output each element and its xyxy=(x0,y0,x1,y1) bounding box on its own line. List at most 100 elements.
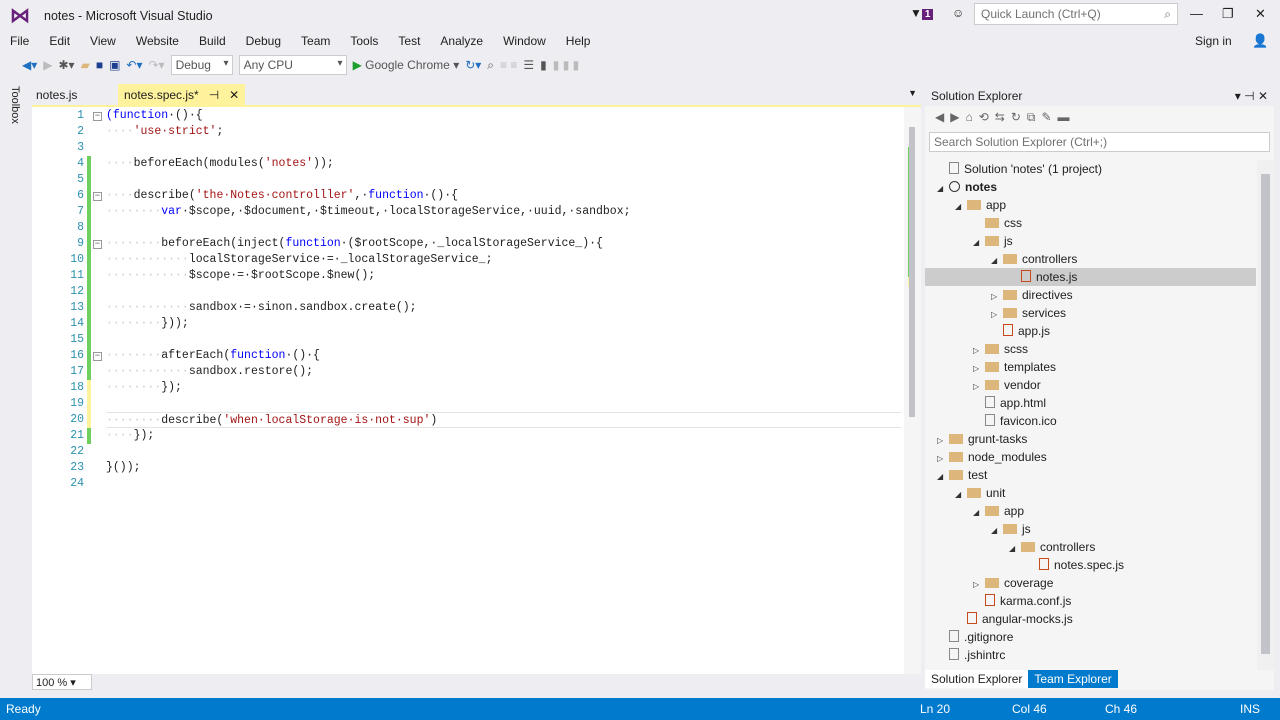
collapse-icon[interactable]: − xyxy=(93,112,102,121)
quick-launch-input[interactable]: Quick Launch (Ctrl+Q) ⌕ xyxy=(974,3,1178,25)
tree-item[interactable]: ▷ node_modules xyxy=(925,448,1256,466)
back-icon[interactable]: ◀▾ xyxy=(22,58,37,72)
close-tab-icon[interactable]: ✕ xyxy=(229,88,239,102)
configuration-dropdown[interactable]: Debug xyxy=(170,55,233,75)
indent-icon[interactable]: ☰ xyxy=(523,58,534,72)
code-line[interactable]: ········}); xyxy=(106,380,182,396)
new-project-icon[interactable]: ✱▾ xyxy=(59,58,75,72)
collapse-icon[interactable]: − xyxy=(93,192,102,201)
menu-tools[interactable]: Tools xyxy=(340,32,388,52)
tree-item[interactable]: ◢ controllers xyxy=(925,250,1256,268)
code-line[interactable]: ········describe('when·localStorage·is·n… xyxy=(106,412,901,428)
menu-debug[interactable]: Debug xyxy=(236,32,291,52)
tree-item[interactable]: ◢ test xyxy=(925,466,1256,484)
menu-help[interactable]: Help xyxy=(556,32,601,52)
tree-item[interactable]: karma.conf.js xyxy=(925,592,1256,610)
tab-solution-explorer[interactable]: Solution Explorer xyxy=(925,670,1029,688)
code-line[interactable]: ········beforeEach(inject(function·($roo… xyxy=(106,236,603,252)
tree-item[interactable]: Solution 'notes' (1 project) xyxy=(925,160,1256,178)
tree-item[interactable]: .jshintrc xyxy=(925,646,1256,664)
solution-search-input[interactable]: Search Solution Explorer (Ctrl+;) xyxy=(929,132,1270,152)
code-line[interactable]: ····}); xyxy=(106,428,154,444)
notification-flag-icon[interactable]: ▼ 1 xyxy=(910,6,934,20)
save-all-icon[interactable]: ▣ xyxy=(109,58,120,72)
minimize-button[interactable]: — xyxy=(1190,6,1203,21)
code-line[interactable]: ············sandbox.restore(); xyxy=(106,364,313,380)
bookmark-icon[interactable]: ▮ xyxy=(540,58,547,72)
platform-dropdown[interactable]: Any CPU xyxy=(238,55,347,75)
run-button[interactable]: ▶ Google Chrome ▾ xyxy=(353,58,460,72)
code-line[interactable]: ············localStorageService·=·_local… xyxy=(106,252,492,268)
comment-icon[interactable]: ≡ ≡ xyxy=(500,58,517,72)
tree-item[interactable]: ◢ controllers xyxy=(925,538,1256,556)
tree-item[interactable]: ▷ scss xyxy=(925,340,1256,358)
tree-item[interactable]: ▷ templates xyxy=(925,358,1256,376)
menu-view[interactable]: View xyxy=(80,32,126,52)
editor-vertical-scrollbar[interactable] xyxy=(904,107,921,674)
tree-item[interactable]: ◢ app xyxy=(925,196,1256,214)
tab-notes-spec-js[interactable]: notes.spec.js* ⊣ ✕ xyxy=(118,84,246,106)
tab-notes-js[interactable]: notes.js xyxy=(30,84,118,106)
tab-overflow-icon[interactable]: ▼ xyxy=(908,88,917,98)
code-line[interactable]: ····describe('the·Notes·controlller',·fu… xyxy=(106,188,458,204)
tree-item[interactable]: notes.spec.js xyxy=(925,556,1256,574)
toolbox-sidebar[interactable]: Toolbox xyxy=(0,82,30,698)
code-line[interactable]: ············$scope·=·$rootScope.$new(); xyxy=(106,268,375,284)
pin-icon[interactable]: ⊣ xyxy=(209,88,219,102)
tree-item[interactable]: css xyxy=(925,214,1256,232)
bookmark-nav-icon[interactable]: ▮ ▮ ▮ xyxy=(553,58,579,72)
restore-button[interactable]: ❐ xyxy=(1222,6,1234,22)
menu-team[interactable]: Team xyxy=(291,32,340,52)
code-line[interactable]: ····'use·strict'; xyxy=(106,124,223,140)
code-editor[interactable]: 1− (function·()·{2 ····'use·strict'; 3 4 ····… xyxy=(32,105,921,674)
tree-item[interactable]: ◢ app xyxy=(925,502,1256,520)
tree-item[interactable]: ▷ directives xyxy=(925,286,1256,304)
find-icon[interactable]: ⌕ xyxy=(487,58,494,73)
tree-item[interactable]: ▷ coverage xyxy=(925,574,1256,592)
tree-item[interactable]: ◢ unit xyxy=(925,484,1256,502)
tree-item[interactable]: notes.js xyxy=(925,268,1256,286)
undo-icon[interactable]: ↶▾ xyxy=(126,58,142,72)
code-line[interactable]: ········afterEach(function·()·{ xyxy=(106,348,320,364)
tree-item[interactable]: app.js xyxy=(925,322,1256,340)
toolbox-label[interactable]: Toolbox xyxy=(9,86,21,124)
open-icon[interactable]: ▰ xyxy=(81,58,90,72)
refresh-icon[interactable]: ↻▾ xyxy=(465,58,481,72)
collapse-icon[interactable]: − xyxy=(93,240,102,249)
tree-item[interactable]: ▷ vendor xyxy=(925,376,1256,394)
code-line[interactable]: ········var·$scope,·$document,·$timeout,… xyxy=(106,204,631,220)
tree-item[interactable]: ▷ grunt-tasks xyxy=(925,430,1256,448)
tree-item[interactable]: ◢ notes xyxy=(925,178,1256,196)
menu-analyze[interactable]: Analyze xyxy=(430,32,493,52)
properties-icon[interactable]: ✎▬ xyxy=(1041,110,1075,124)
sync-icon[interactable]: ⟲⇆↻⧉ xyxy=(979,110,1042,124)
code-line[interactable]: }()); xyxy=(106,460,141,476)
home-icon[interactable]: ◀▶⌂ xyxy=(935,110,979,124)
feedback-icon[interactable]: ☺ xyxy=(952,6,964,20)
close-button[interactable]: ✕ xyxy=(1255,6,1266,22)
scrollbar-thumb[interactable] xyxy=(909,127,915,417)
account-icon[interactable]: 👤 xyxy=(1252,33,1268,49)
tree-item[interactable]: favicon.ico xyxy=(925,412,1256,430)
tree-item[interactable]: app.html xyxy=(925,394,1256,412)
sign-in-link[interactable]: Sign in xyxy=(1195,34,1232,48)
forward-icon[interactable]: ▶ xyxy=(43,58,52,72)
menu-edit[interactable]: Edit xyxy=(39,32,80,52)
menu-build[interactable]: Build xyxy=(189,32,236,52)
tree-item[interactable]: ◢ js xyxy=(925,232,1256,250)
menu-test[interactable]: Test xyxy=(388,32,430,52)
menu-file[interactable]: File xyxy=(0,32,39,52)
code-line[interactable]: ············sandbox·=·sinon.sandbox.crea… xyxy=(106,300,417,316)
menu-website[interactable]: Website xyxy=(126,32,189,52)
tree-item[interactable]: ◢ js xyxy=(925,520,1256,538)
zoom-level-dropdown[interactable]: 100 % ▾ xyxy=(32,674,92,690)
tree-item[interactable]: angular-mocks.js xyxy=(925,610,1256,628)
save-icon[interactable]: ■ xyxy=(96,58,103,72)
tree-scrollbar[interactable] xyxy=(1257,160,1274,670)
tree-item[interactable]: ▷ services xyxy=(925,304,1256,322)
code-line[interactable]: ····beforeEach(modules('notes')); xyxy=(106,156,334,172)
redo-icon[interactable]: ↷▾ xyxy=(148,58,164,72)
panel-controls-icon[interactable]: ▾ ⊣ ✕ xyxy=(1235,89,1268,103)
tab-team-explorer[interactable]: Team Explorer xyxy=(1028,670,1118,688)
tree-item[interactable]: .gitignore xyxy=(925,628,1256,646)
